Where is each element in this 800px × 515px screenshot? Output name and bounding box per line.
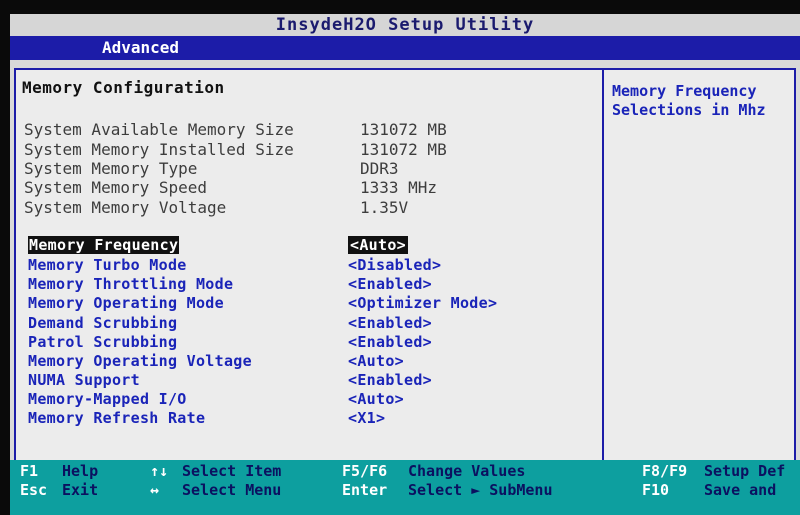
- option-value[interactable]: <Auto>: [348, 390, 404, 408]
- left-right-arrow-icon: ↔: [150, 481, 160, 499]
- info-row-memory-voltage: System Memory Voltage 1.35V: [24, 198, 408, 217]
- option-label: Patrol Scrubbing: [28, 333, 178, 351]
- info-label: System Memory Type: [24, 159, 198, 178]
- key-label: F5/F6: [342, 462, 388, 480]
- option-label: Memory Throttling Mode: [28, 275, 234, 293]
- info-value: DDR3: [360, 159, 399, 178]
- key-label: F8/F9: [642, 462, 688, 480]
- key-help-esc: Esc Exit: [20, 481, 98, 499]
- option-memory-operating-voltage[interactable]: Memory Operating Voltage <Auto>: [28, 352, 404, 370]
- info-row-installed-memory: System Memory Installed Size 131072 MB: [24, 140, 447, 159]
- info-label: System Memory Installed Size: [24, 140, 294, 159]
- option-patrol-scrubbing[interactable]: Patrol Scrubbing <Enabled>: [28, 333, 432, 351]
- menu-bar: Advanced: [10, 36, 800, 60]
- key-desc: Exit: [62, 481, 99, 499]
- help-panel: Memory Frequency Selections in Mhz: [612, 82, 798, 120]
- option-numa-support[interactable]: NUMA Support <Enabled>: [28, 371, 432, 389]
- key-label: Enter: [342, 481, 388, 499]
- info-value: 131072 MB: [360, 120, 447, 139]
- key-help-left-right: ↔ Select Menu: [150, 481, 281, 499]
- option-memory-frequency[interactable]: Memory Frequency <Auto>: [28, 236, 408, 254]
- option-label: Memory-Mapped I/O: [28, 390, 187, 408]
- option-memory-refresh-rate[interactable]: Memory Refresh Rate <X1>: [28, 409, 385, 427]
- option-demand-scrubbing[interactable]: Demand Scrubbing <Enabled>: [28, 314, 432, 332]
- key-label: F1: [20, 462, 39, 480]
- option-label: Memory Frequency: [28, 236, 180, 254]
- key-desc: Help: [62, 462, 99, 480]
- info-row-memory-type: System Memory Type DDR3: [24, 159, 399, 178]
- key-desc: Setup Def: [704, 462, 786, 480]
- option-memory-mapped-io[interactable]: Memory-Mapped I/O <Auto>: [28, 390, 404, 408]
- option-label: Memory Operating Mode: [28, 294, 224, 312]
- info-row-memory-speed: System Memory Speed 1333 MHz: [24, 178, 437, 197]
- key-desc: Change Values: [408, 462, 526, 480]
- key-desc: Select Menu: [182, 481, 282, 499]
- option-label: NUMA Support: [28, 371, 140, 389]
- info-value: 1333 MHz: [360, 178, 438, 197]
- option-value[interactable]: <Optimizer Mode>: [348, 294, 497, 312]
- info-label: System Available Memory Size: [24, 120, 294, 139]
- main-panel: Memory Configuration System Available Me…: [14, 68, 796, 474]
- key-help-bar: F1 Help Esc Exit ↑↓ Select Item ↔ Select Men…: [10, 460, 800, 515]
- key-help-f10: F10 Save and: [642, 481, 776, 499]
- option-value[interactable]: <Enabled>: [348, 371, 432, 389]
- window-title: InsydeH2O Setup Utility: [10, 14, 800, 36]
- option-memory-operating-mode[interactable]: Memory Operating Mode <Optimizer Mode>: [28, 294, 497, 312]
- key-help-f8-f9: F8/F9 Setup Def: [642, 462, 785, 480]
- option-label: Memory Operating Voltage: [28, 352, 252, 370]
- option-label: Memory Turbo Mode: [28, 256, 187, 274]
- option-value[interactable]: <Auto>: [348, 236, 408, 254]
- option-value[interactable]: <Auto>: [348, 352, 404, 370]
- option-value[interactable]: <X1>: [348, 409, 385, 427]
- option-value[interactable]: <Enabled>: [348, 275, 432, 293]
- option-label: Memory Refresh Rate: [28, 409, 206, 427]
- key-desc: Select ► SubMenu: [408, 481, 553, 499]
- up-down-arrow-icon: ↑↓: [150, 462, 169, 480]
- panel-divider: [602, 70, 604, 472]
- help-line: Selections in Mhz: [612, 101, 766, 119]
- option-value[interactable]: <Enabled>: [348, 314, 432, 332]
- key-label: F10: [642, 481, 670, 499]
- section-title: Memory Configuration: [22, 78, 225, 97]
- info-label: System Memory Speed: [24, 178, 208, 197]
- key-help-enter: Enter Select ► SubMenu: [342, 481, 553, 499]
- info-label: System Memory Voltage: [24, 198, 227, 217]
- option-memory-throttling-mode[interactable]: Memory Throttling Mode <Enabled>: [28, 275, 432, 293]
- tab-advanced[interactable]: Advanced: [96, 36, 186, 60]
- option-value[interactable]: <Disabled>: [348, 256, 441, 274]
- key-help-f1: F1 Help: [20, 462, 98, 480]
- option-memory-turbo-mode[interactable]: Memory Turbo Mode <Disabled>: [28, 256, 441, 274]
- bios-screen: InsydeH2O Setup Utility Advanced Memory …: [10, 14, 800, 515]
- info-row-available-memory: System Available Memory Size 131072 MB: [24, 120, 447, 139]
- key-help-up-down: ↑↓ Select Item: [150, 462, 281, 480]
- key-label: Esc: [20, 481, 48, 499]
- option-label: Demand Scrubbing: [28, 314, 178, 332]
- key-desc: Save and: [704, 481, 777, 499]
- info-value: 131072 MB: [360, 140, 447, 159]
- help-line: Memory Frequency: [612, 82, 757, 100]
- key-help-f5-f6: F5/F6 Change Values: [342, 462, 525, 480]
- option-value[interactable]: <Enabled>: [348, 333, 432, 351]
- info-value: 1.35V: [360, 198, 409, 217]
- key-desc: Select Item: [182, 462, 282, 480]
